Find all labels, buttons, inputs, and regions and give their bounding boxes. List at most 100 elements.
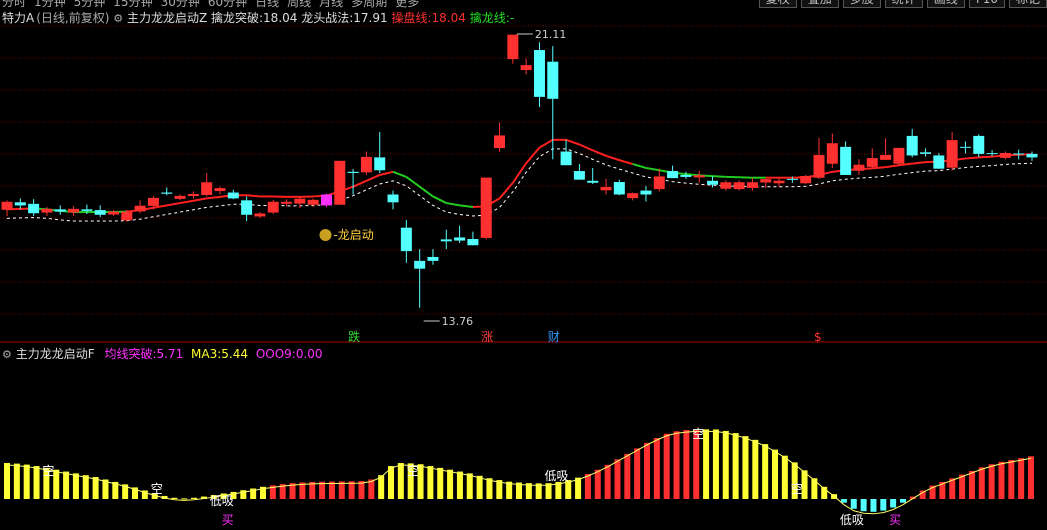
candle-body — [906, 135, 918, 156]
stock-name: 特力A — [2, 11, 35, 25]
candle-body — [667, 171, 679, 179]
candle-body-fill — [814, 155, 825, 178]
candle-body-fill — [1000, 153, 1011, 158]
candle-body-fill — [214, 188, 225, 191]
ma-line-segment — [525, 146, 541, 164]
candle-body-fill — [201, 182, 212, 195]
osc-bar — [171, 497, 178, 499]
indicator-settings-icon[interactable]: ⚙ — [113, 12, 123, 25]
ma-line-segment — [206, 195, 221, 200]
ma-line-segment — [179, 199, 194, 205]
ma-line-segment — [712, 175, 726, 178]
osc-bar — [191, 497, 198, 499]
candle-body-fill — [747, 182, 758, 188]
candle-body — [933, 155, 945, 169]
candle-body-fill — [521, 65, 532, 70]
ma-line-segment — [872, 166, 886, 170]
candle-body — [680, 174, 692, 177]
ma-line-segment — [366, 174, 381, 182]
mai-label: 买 — [222, 513, 234, 527]
candle-body-fill — [68, 209, 79, 213]
candle-body — [959, 146, 971, 148]
candle-body-fill — [361, 157, 372, 172]
f4-value: - — [509, 11, 515, 25]
low-price-label: 13.76 — [442, 315, 474, 328]
candle-body — [986, 153, 998, 155]
osc-bar — [397, 463, 404, 499]
candle-body — [1026, 153, 1038, 158]
osc-bar — [644, 442, 650, 499]
osc-bar — [900, 499, 906, 503]
candle-body — [347, 171, 359, 174]
candle-body-fill — [254, 214, 265, 216]
ma-line-segment — [592, 149, 607, 157]
osc-bar — [870, 499, 877, 512]
osc-bar — [437, 467, 444, 499]
f1-label: 擒龙突破: — [211, 11, 264, 25]
osc-bar — [722, 430, 729, 499]
sub-f1-label: 均线突破: — [104, 347, 157, 361]
candle-body — [587, 180, 599, 183]
osc-bar — [92, 477, 99, 499]
period-label: (日线,前复权) — [36, 11, 110, 25]
candle-body — [840, 146, 852, 175]
osc-bar — [614, 459, 621, 499]
candle-body-fill — [720, 182, 731, 189]
osc-bar — [358, 481, 365, 499]
candle-body-fill — [601, 187, 612, 190]
sub-indicator-name[interactable]: 主力龙龙启动F — [16, 347, 95, 361]
candle-body — [920, 152, 932, 154]
candle-body — [707, 180, 719, 185]
kline-chart[interactable]: 21.1113.76-龙启动跌涨财 $空空低吸买空 低吸空空低吸买 — [0, 0, 1047, 530]
ma-line-segment — [965, 156, 979, 160]
ma-line-segment — [352, 179, 367, 188]
f2-value: 17.91 — [353, 11, 388, 25]
ma-line-segment — [379, 170, 394, 176]
osc-bar — [772, 449, 778, 499]
ma-line-segment — [885, 164, 900, 169]
candle-body — [400, 227, 412, 252]
osc-bar — [968, 470, 975, 499]
osc-bar — [1028, 456, 1034, 499]
candle-body-fill — [694, 175, 705, 177]
kong-label: 空 — [407, 464, 419, 478]
candle-body-fill — [175, 196, 186, 199]
candle-body — [573, 171, 585, 180]
osc-bar — [624, 453, 631, 499]
osc-bar — [860, 499, 867, 512]
ma-line-segment — [459, 204, 474, 208]
osc-bar — [486, 478, 493, 499]
osc-bar — [978, 467, 985, 499]
sub-settings-icon[interactable]: ⚙ — [2, 348, 12, 361]
kong-label: 空 — [42, 464, 54, 478]
candle-body-fill — [734, 182, 745, 189]
signal-mark: 涨 — [481, 329, 493, 344]
osc-bar — [456, 471, 463, 499]
ma-line-segment — [432, 195, 447, 204]
osc-bar — [23, 464, 30, 499]
osc-bar — [328, 481, 335, 499]
candle-body — [454, 237, 466, 241]
candle-body-fill — [494, 135, 505, 148]
sub-f3-label: OOO9: — [255, 347, 296, 361]
sub-f1-value: 5.71 — [156, 347, 184, 361]
osc-bar — [82, 475, 89, 499]
ma-line-segment — [166, 202, 181, 207]
candle-body-fill — [281, 202, 292, 204]
osc-bar — [378, 475, 385, 499]
candle-body-fill — [108, 212, 119, 215]
candle-body-fill — [334, 161, 345, 205]
main-indicator-name[interactable]: 主力龙龙启动Z — [127, 11, 207, 25]
candle-body-fill — [880, 155, 891, 160]
candle-body — [786, 178, 798, 180]
candle-body — [387, 194, 399, 203]
f2-label: 龙头战法: — [301, 11, 354, 25]
osc-bar — [890, 499, 897, 508]
candle-body — [54, 209, 66, 212]
candle-body — [440, 239, 452, 242]
candle-body-fill — [893, 148, 904, 164]
ma-line-segment — [392, 170, 407, 178]
candle-body — [227, 192, 239, 199]
ma3-curve — [6, 430, 1032, 515]
candle-body — [973, 135, 985, 154]
